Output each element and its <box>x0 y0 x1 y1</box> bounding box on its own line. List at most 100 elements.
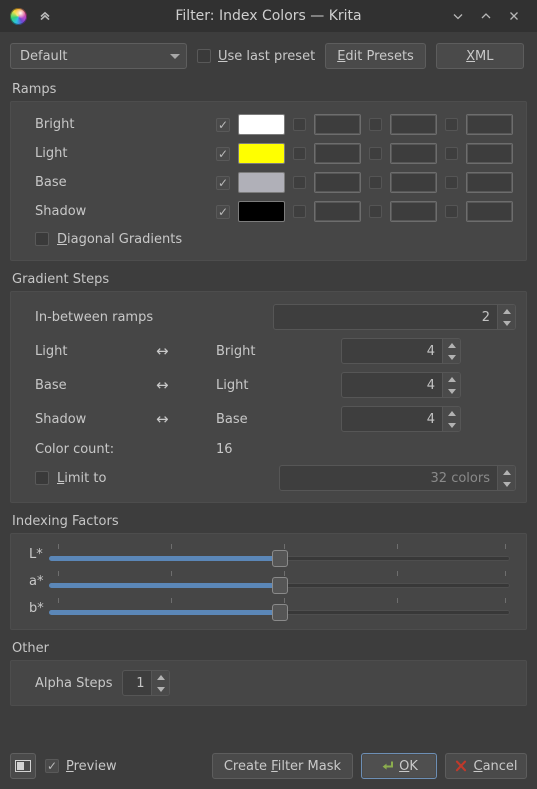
ramp-slot-swatch[interactable] <box>390 201 437 222</box>
spinbox-down-button[interactable] <box>498 317 515 329</box>
bidirectional-arrow-icon: ↔ <box>156 410 169 428</box>
spinbox-up-button[interactable] <box>498 305 515 317</box>
ok-button[interactable]: OK <box>361 753 437 779</box>
ramp-enable-checkbox[interactable]: ✓ <box>216 204 230 219</box>
ramp-slot-swatch[interactable] <box>466 172 513 193</box>
spinbox-steppers[interactable] <box>442 339 460 363</box>
cross-icon <box>454 759 468 773</box>
cancel-button[interactable]: Cancel <box>445 753 527 779</box>
ramps-group-title: Ramps <box>12 82 57 97</box>
slider-handle[interactable] <box>271 549 288 567</box>
edit-presets-button[interactable]: Edit Presets <box>325 43 426 69</box>
pair-spinbox[interactable]: 4 <box>341 372 461 398</box>
slider-handle[interactable] <box>271 576 288 594</box>
titlebar: Filter: Index Colors — Krita <box>0 0 537 32</box>
lstar-slider[interactable] <box>49 543 510 567</box>
ramp-slot-checkbox[interactable] <box>445 118 458 131</box>
ramp-color-swatch[interactable] <box>238 143 285 164</box>
xml-button[interactable]: XML <box>435 43 524 69</box>
ramp-slot-checkbox[interactable] <box>369 118 382 131</box>
other-group: Other Alpha Steps 1 <box>10 641 527 706</box>
preset-select[interactable]: Default <box>10 43 187 69</box>
ramp-color-swatch[interactable] <box>238 114 285 135</box>
diagonal-gradients-checkbox[interactable]: Diagonal Gradients <box>21 226 516 252</box>
slider-ticks <box>49 570 510 577</box>
ramp-enable-checkbox[interactable]: ✓ <box>216 175 230 190</box>
alpha-steps-spinbox[interactable]: 1 <box>122 670 171 696</box>
spinbox-steppers[interactable] <box>442 373 460 397</box>
ramp-slot-swatch[interactable] <box>390 172 437 193</box>
preview-checkbox[interactable]: ✓ Preview <box>45 759 117 774</box>
spinbox-down-button[interactable] <box>152 683 169 695</box>
ramp-enable-checkbox[interactable]: ✓ <box>216 117 230 132</box>
ramp-slot-checkbox[interactable] <box>293 205 306 218</box>
check-icon: ✓ <box>217 204 229 219</box>
ramp-slot-swatch[interactable] <box>314 114 361 135</box>
ramp-slot-swatch[interactable] <box>466 114 513 135</box>
dialog-content: Default Use last preset Edit Presets XML… <box>0 32 537 743</box>
create-filter-mask-button[interactable]: Create Filter Mask <box>211 753 353 779</box>
ramp-slot-swatch[interactable] <box>390 143 437 164</box>
in-between-ramps-spinbox[interactable]: 2 <box>273 304 516 330</box>
ramp-controls: ✓ <box>216 201 513 222</box>
slider-row-bstar: b* <box>17 595 516 622</box>
spinbox-steppers[interactable] <box>497 305 515 329</box>
ramp-slot-checkbox[interactable] <box>293 176 306 189</box>
spinbox-up-button[interactable] <box>443 339 460 351</box>
ramp-slot-checkbox[interactable] <box>369 176 382 189</box>
ramp-slot-checkbox[interactable] <box>445 147 458 160</box>
spinbox-up-button[interactable] <box>498 466 515 478</box>
close-icon[interactable] <box>505 7 523 25</box>
spinbox-up-button[interactable] <box>152 671 169 683</box>
spinbox-down-button[interactable] <box>498 478 515 490</box>
triangle-up-icon <box>156 674 165 680</box>
ramp-label: Shadow <box>35 204 87 219</box>
ramp-color-swatch[interactable] <box>238 201 285 222</box>
minimize-chevron-down-icon[interactable] <box>449 7 467 25</box>
ramp-slot-swatch[interactable] <box>466 143 513 164</box>
pair-spinbox[interactable]: 4 <box>341 406 461 432</box>
ramp-slot-swatch[interactable] <box>314 172 361 193</box>
pair-left-label: Base <box>35 377 67 393</box>
triangle-up-icon <box>502 469 511 475</box>
use-last-preset-checkbox[interactable]: Use last preset <box>197 49 315 64</box>
ramp-slot-swatch[interactable] <box>390 114 437 135</box>
titlebar-window-controls <box>449 7 531 25</box>
spinbox-steppers[interactable] <box>151 671 170 695</box>
spinbox-up-button[interactable] <box>443 407 460 419</box>
ramp-slot-checkbox[interactable] <box>369 147 382 160</box>
ramp-enable-checkbox[interactable]: ✓ <box>216 146 230 161</box>
maximize-chevron-up-icon[interactable] <box>477 7 495 25</box>
ramp-slot-checkbox[interactable] <box>445 205 458 218</box>
ramp-color-swatch[interactable] <box>238 172 285 193</box>
ramp-slot-checkbox[interactable] <box>293 118 306 131</box>
ramp-slot-checkbox[interactable] <box>293 147 306 160</box>
double-chevron-up-icon[interactable] <box>35 6 55 26</box>
ramp-slot-swatch[interactable] <box>466 201 513 222</box>
triangle-down-icon <box>447 422 456 428</box>
ramp-slot-checkbox[interactable] <box>445 176 458 189</box>
spinbox-down-button[interactable] <box>443 385 460 397</box>
pair-spinbox[interactable]: 4 <box>341 338 461 364</box>
spinbox-up-button[interactable] <box>443 373 460 385</box>
spinbox-value: 4 <box>426 411 435 427</box>
slider-handle[interactable] <box>271 603 288 621</box>
triangle-up-icon <box>447 410 456 416</box>
limit-to-spinbox[interactable]: 32 colors <box>278 465 516 491</box>
ramp-slot-swatch[interactable] <box>314 201 361 222</box>
other-group-box: Alpha Steps 1 <box>10 660 527 706</box>
astar-slider[interactable] <box>49 570 510 594</box>
limit-to-checkbox[interactable]: Limit to <box>21 471 279 486</box>
titlebar-left-controls <box>6 6 55 26</box>
gradient-steps-group-title: Gradient Steps <box>12 272 110 287</box>
spinbox-steppers[interactable] <box>497 466 515 490</box>
bstar-slider[interactable] <box>49 597 510 621</box>
spinbox-steppers[interactable] <box>442 407 460 431</box>
spinbox-down-button[interactable] <box>443 351 460 363</box>
check-icon: ✓ <box>217 117 229 132</box>
split-view-toggle-button[interactable] <box>10 753 36 779</box>
ramp-slot-swatch[interactable] <box>314 143 361 164</box>
ramp-slot-checkbox[interactable] <box>369 205 382 218</box>
spinbox-down-button[interactable] <box>443 419 460 431</box>
ramp-controls: ✓ <box>216 143 513 164</box>
